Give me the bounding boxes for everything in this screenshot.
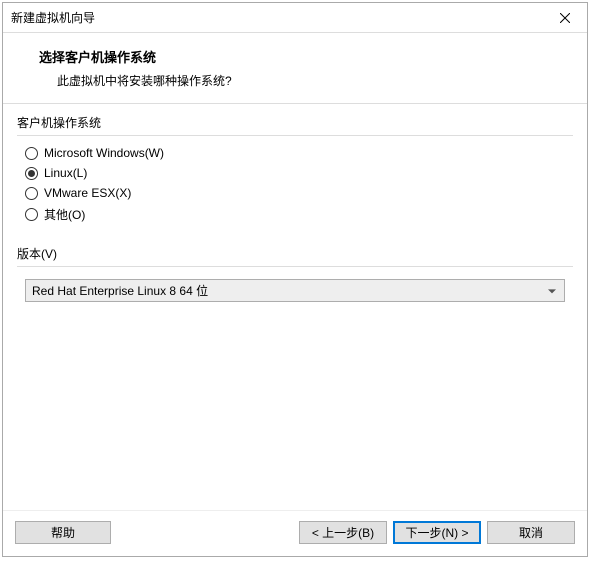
os-group-box: Microsoft Windows(W) Linux(L) VMware ESX… (17, 135, 573, 237)
header-section: 选择客户机操作系统 此虚拟机中将安装哪种操作系统? (3, 33, 587, 103)
next-button[interactable]: 下一步(N) > (393, 521, 481, 544)
radio-icon (25, 187, 38, 200)
os-group-label: 客户机操作系统 (17, 114, 573, 131)
close-button[interactable] (542, 3, 587, 33)
cancel-button[interactable]: 取消 (487, 521, 575, 544)
wizard-dialog: 新建虚拟机向导 选择客户机操作系统 此虚拟机中将安装哪种操作系统? 客户机操作系… (2, 2, 588, 557)
radio-vmware-esx[interactable]: VMware ESX(X) (25, 186, 565, 200)
radio-label: Linux(L) (44, 166, 87, 180)
version-section: 版本(V) Red Hat Enterprise Linux 8 64 位 (17, 245, 573, 312)
version-label: 版本(V) (17, 245, 573, 262)
radio-linux[interactable]: Linux(L) (25, 166, 565, 180)
version-selected-value: Red Hat Enterprise Linux 8 64 位 (32, 282, 208, 299)
back-button[interactable]: < 上一步(B) (299, 521, 387, 544)
header-subtitle: 此虚拟机中将安装哪种操作系统? (39, 72, 567, 89)
os-radio-group: Microsoft Windows(W) Linux(L) VMware ESX… (25, 146, 565, 223)
version-dropdown[interactable]: Red Hat Enterprise Linux 8 64 位 (25, 279, 565, 302)
help-button[interactable]: 帮助 (15, 521, 111, 544)
radio-label: VMware ESX(X) (44, 186, 131, 200)
header-title: 选择客户机操作系统 (39, 47, 567, 66)
radio-icon (25, 208, 38, 221)
content-area: 客户机操作系统 Microsoft Windows(W) Linux(L) VM… (3, 103, 587, 510)
close-icon (560, 13, 570, 23)
window-title: 新建虚拟机向导 (11, 9, 95, 26)
radio-label: 其他(O) (44, 206, 85, 223)
radio-other[interactable]: 其他(O) (25, 206, 565, 223)
radio-windows[interactable]: Microsoft Windows(W) (25, 146, 565, 160)
titlebar: 新建虚拟机向导 (3, 3, 587, 33)
footer: 帮助 < 上一步(B) 下一步(N) > 取消 (3, 510, 587, 556)
radio-label: Microsoft Windows(W) (44, 146, 164, 160)
radio-icon (25, 167, 38, 180)
radio-icon (25, 147, 38, 160)
